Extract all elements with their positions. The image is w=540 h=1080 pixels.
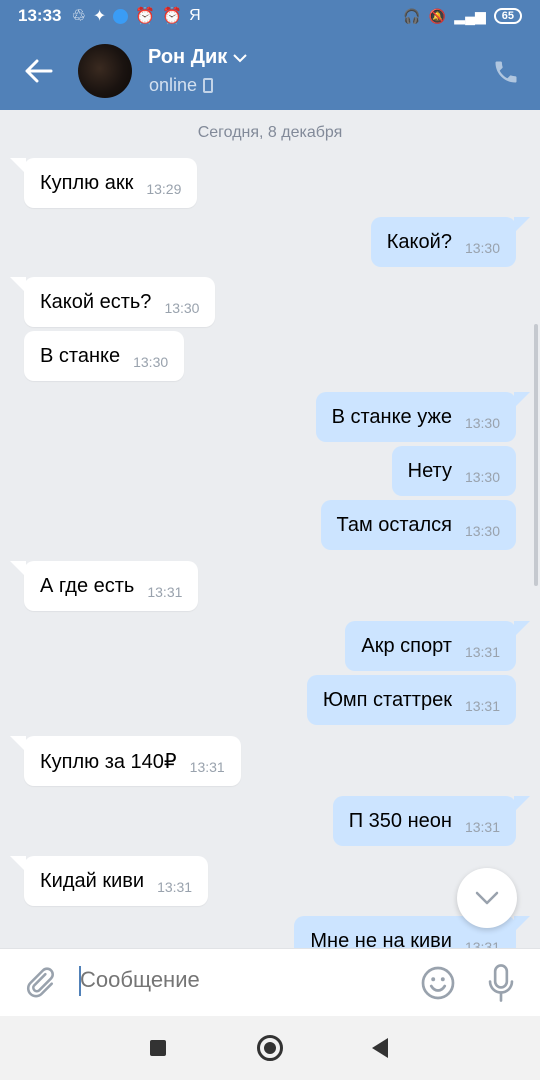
message-text: Там остался [336,513,452,536]
message-text: Какой? [386,230,452,253]
status-notification-icons: ♲ ✦ ⏰ ⏰ Я [71,6,200,26]
message-text: Мне не на киви [310,929,452,949]
message-text: П 350 неон [348,809,452,832]
message-outgoing[interactable]: Нету 13:30 [391,446,516,496]
message-time: 13:30 [464,469,500,485]
message-outgoing[interactable]: В станке уже 13:30 [315,392,531,442]
message-text: Кидай киви [40,869,145,892]
chat-header: Рон Дик online [0,32,540,110]
message-time: 13:31 [464,644,500,660]
status-time: 13:33 [18,6,62,25]
message-composer [0,948,540,1016]
message-text: В станке уже [331,405,452,428]
message-time: 13:31 [147,584,183,600]
message-incoming[interactable]: В станке 13:30 [24,331,185,381]
message-text: Какой есть? [40,290,152,313]
alarm-icon: ⏰ [135,8,156,25]
battery-icon: 65 [493,8,522,24]
top-bar: 13:33 ♲ ✦ ⏰ ⏰ Я 🎧 🔕 ▂▄▆ 65 Рон Дик onlin… [0,0,540,110]
message-outgoing[interactable]: Там остался 13:30 [320,500,516,550]
headphones-icon: 🎧 [403,7,421,24]
message-text: Юмп статтрек [322,688,452,711]
presence-text: online [149,75,198,95]
message-time: 13:31 [189,759,225,775]
status-system-icons: 🎧 🔕 ▂▄▆ 65 [403,8,522,25]
message-time: 13:30 [464,240,500,256]
message-outgoing[interactable]: Какой? 13:30 [370,217,531,267]
circle-app-icon [113,8,129,24]
system-navigation-bar [0,1016,540,1080]
microphone-icon[interactable] [486,964,516,1002]
message-time: 13:30 [164,300,200,316]
home-button[interactable] [257,1035,283,1061]
message-text: Куплю акк [40,171,134,194]
phone-icon[interactable] [492,58,520,86]
arrow-left-icon[interactable] [22,54,56,88]
scroll-down-button[interactable] [457,868,517,928]
chevron-down-icon [233,53,247,62]
presence-status: online [149,75,214,96]
contact-name[interactable]: Рон Дик [148,46,247,69]
message-outgoing[interactable]: Акр спорт 13:31 [345,621,530,671]
message-incoming[interactable]: Куплю за 140₽ 13:31 [10,736,241,786]
message-time: 13:30 [464,415,500,431]
signal-icon: ▂▄▆ [454,7,486,24]
recents-button[interactable] [150,1040,166,1056]
message-text: Акр спорт [361,634,452,657]
message-outgoing[interactable]: Юмп статтрек 13:31 [306,675,516,725]
message-input[interactable] [80,967,400,993]
message-incoming[interactable]: А где есть 13:31 [9,561,199,611]
message-time: 13:30 [464,523,500,539]
message-incoming[interactable]: Куплю акк 13:29 [9,158,198,208]
chevron-down-icon [475,891,499,905]
contact-name-text: Рон Дик [148,46,228,68]
message-time: 13:31 [157,879,193,895]
message-incoming[interactable]: Какой есть? 13:30 [9,277,216,327]
paperclip-icon[interactable] [22,965,56,999]
message-time: 13:31 [464,939,500,948]
sparkle-icon: ✦ [92,8,107,25]
message-list[interactable]: Сегодня, 8 декабря Куплю акк 13:29 Какой… [0,110,540,948]
message-time: 13:30 [133,354,169,370]
message-time: 13:31 [464,698,500,714]
avatar[interactable] [78,44,132,98]
message-incoming[interactable]: Кидай киви 13:31 [9,856,209,906]
muted-bell-icon: 🔕 [428,7,447,24]
message-text: Нету [407,459,452,482]
system-back-button[interactable] [372,1038,388,1058]
message-text: Куплю за 140₽ [40,750,177,773]
sync-icon: ♲ [71,8,86,25]
message-text: А где есть [40,574,135,597]
carrier-icon: Я [189,7,201,24]
message-outgoing[interactable]: П 350 неон 13:31 [332,796,531,846]
scrollbar[interactable] [534,324,538,586]
message-text: В станке [40,344,121,367]
alarm-icon: ⏰ [162,8,183,25]
message-time: 13:29 [146,181,182,197]
smile-icon[interactable] [420,965,456,1001]
message-time: 13:31 [464,819,500,835]
date-separator: Сегодня, 8 декабря [197,124,343,141]
status-bar: 13:33 ♲ ✦ ⏰ ⏰ Я 🎧 🔕 ▂▄▆ 65 [0,0,540,32]
mobile-icon [203,78,214,93]
